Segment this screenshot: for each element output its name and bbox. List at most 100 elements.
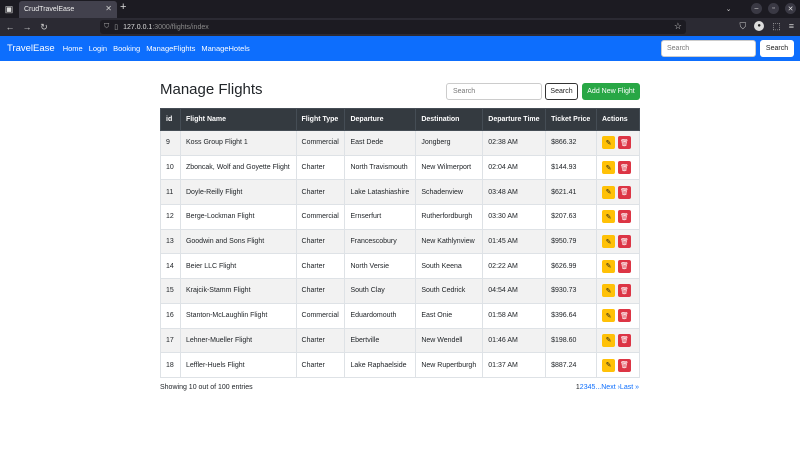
page-title: Manage Flights: [160, 81, 263, 98]
cell-actions: ✎ 🗑: [596, 154, 640, 181]
nav-link-manage-flights[interactable]: ManageFlights: [146, 44, 195, 53]
table-row: 12 Berge-Lockman Flight Commercial Ernserfu…: [160, 204, 640, 230]
pocket-icon[interactable]: ⛉: [739, 21, 746, 32]
nav-search-input[interactable]: Search: [661, 40, 756, 57]
delete-icon[interactable]: 🗑: [618, 210, 631, 224]
nav-link-manage-hotels[interactable]: ManageHotels: [201, 44, 249, 53]
browser-tab-bar: ▣ CrudTravelEase ✕ + ⌄ – ▫ ✕: [0, 0, 800, 18]
cell-destination: New Wendell: [415, 327, 484, 354]
edit-icon[interactable]: ✎: [602, 284, 615, 298]
nav-link-booking[interactable]: Booking: [113, 44, 140, 53]
nav-link-home[interactable]: Home: [63, 44, 83, 53]
column-header: Flight Name: [179, 108, 297, 131]
shield-icon: ⛉: [104, 23, 110, 30]
edit-icon[interactable]: ✎: [602, 259, 615, 273]
cell-destination: Schadenview: [415, 179, 484, 206]
new-tab-icon[interactable]: +: [120, 1, 126, 13]
maximize-icon[interactable]: ▫: [768, 3, 779, 14]
forward-icon[interactable]: →: [20, 22, 34, 32]
page-last[interactable]: Last »: [620, 384, 639, 391]
cell-flight-type: Commercial: [295, 302, 346, 329]
pagination: 1 2 3 4 5 ... Next › Last »: [576, 384, 639, 391]
page-next[interactable]: Next ›: [601, 384, 620, 391]
browser-tab[interactable]: CrudTravelEase ✕: [19, 1, 117, 18]
delete-icon[interactable]: 🗑: [618, 284, 631, 298]
cell-departure: Francescobury: [344, 228, 417, 255]
cell-id: 15: [160, 278, 181, 304]
cell-flight-type: Charter: [295, 253, 346, 280]
edit-icon[interactable]: ✎: [602, 210, 615, 224]
cell-departure-time: 01:37 AM: [482, 352, 547, 378]
cell-departure-time: 02:38 AM: [482, 130, 547, 156]
tab-close-icon[interactable]: ✕: [105, 4, 112, 13]
add-flight-button[interactable]: Add New Flight: [582, 83, 640, 100]
edit-icon[interactable]: ✎: [602, 333, 615, 347]
table-row: 10 Zboncak, Wolf and Goyette Flight Charte…: [160, 154, 640, 181]
cell-id: 12: [160, 204, 181, 230]
cell-flight-type: Charter: [295, 179, 346, 206]
cell-ticket-price: $930.73: [545, 278, 597, 304]
cell-id: 17: [160, 327, 181, 354]
cell-actions: ✎ 🗑: [596, 302, 640, 329]
url-host: 127.0.0.1: [123, 23, 153, 31]
cell-destination: South Cedrick: [415, 278, 484, 304]
url-bar[interactable]: ⛉ ▯ 127.0.0.1:3000/flights/index ☆: [100, 20, 686, 34]
brand-logo[interactable]: TravelEase: [7, 43, 55, 54]
back-icon[interactable]: ←: [3, 22, 17, 32]
url-path: :3000/flights/index: [152, 23, 209, 31]
browser-toolbar: ← → ↻ ⛉ ▯ 127.0.0.1:3000/flights/index ☆…: [0, 18, 800, 36]
table-row: 16 Stanton-McLaughlin Flight Commercial Edu…: [160, 302, 640, 329]
extensions-icon[interactable]: ⬚: [772, 21, 781, 32]
edit-icon[interactable]: ✎: [602, 235, 615, 249]
nav-link-login[interactable]: Login: [89, 44, 107, 53]
delete-icon[interactable]: 🗑: [618, 136, 631, 150]
chevron-down-icon[interactable]: ⌄: [723, 3, 734, 14]
menu-icon[interactable]: ≡: [789, 21, 794, 32]
table-row: 9 Koss Group Flight 1 Commercial East Dede J…: [160, 130, 640, 156]
bookmark-star-icon[interactable]: ☆: [674, 21, 682, 32]
edit-icon[interactable]: ✎: [602, 161, 615, 175]
column-header: Destination: [415, 108, 484, 131]
delete-icon[interactable]: 🗑: [618, 333, 631, 347]
cell-ticket-price: $198.60: [545, 327, 597, 354]
cell-flight-name: Beier LLC Flight: [179, 253, 297, 280]
cell-id: 18: [160, 352, 181, 378]
cell-departure-time: 01:45 AM: [482, 228, 547, 255]
cell-ticket-price: $950.79: [545, 228, 597, 255]
flight-search-button[interactable]: Search: [545, 83, 578, 100]
cell-departure-time: 01:58 AM: [482, 302, 547, 329]
table-row: 13 Goodwin and Sons Flight Charter Francesc…: [160, 228, 640, 255]
cell-flight-name: Goodwin and Sons Flight: [179, 228, 297, 255]
delete-icon[interactable]: 🗑: [618, 309, 631, 323]
delete-icon[interactable]: 🗑: [618, 235, 631, 249]
table-row: 14 Beier LLC Flight Charter North Versie Sou…: [160, 253, 640, 280]
edit-icon[interactable]: ✎: [602, 358, 615, 372]
cell-flight-type: Commercial: [295, 130, 346, 156]
flight-search-input[interactable]: Search: [446, 83, 542, 100]
cell-id: 10: [160, 154, 181, 181]
delete-icon[interactable]: 🗑: [618, 358, 631, 372]
reload-icon[interactable]: ↻: [37, 22, 51, 33]
delete-icon[interactable]: 🗑: [618, 161, 631, 175]
cell-destination: South Keena: [415, 253, 484, 280]
minimize-icon[interactable]: –: [751, 3, 762, 14]
cell-departure-time: 04:54 AM: [482, 278, 547, 304]
nav-search-button[interactable]: Search: [760, 40, 794, 57]
delete-icon[interactable]: 🗑: [618, 259, 631, 273]
window-menu-icon[interactable]: ▣: [0, 0, 18, 18]
cell-actions: ✎ 🗑: [596, 130, 640, 156]
cell-flight-type: Charter: [295, 352, 346, 378]
edit-icon[interactable]: ✎: [602, 185, 615, 199]
cell-flight-type: Commercial: [295, 204, 346, 230]
cell-flight-name: Lehner-Mueller Flight: [179, 327, 297, 354]
delete-icon[interactable]: 🗑: [618, 185, 631, 199]
cell-flight-name: Berge-Lockman Flight: [179, 204, 297, 230]
account-icon[interactable]: ●: [754, 21, 765, 31]
edit-icon[interactable]: ✎: [602, 309, 615, 323]
cell-departure-time: 03:30 AM: [482, 204, 547, 230]
edit-icon[interactable]: ✎: [602, 136, 615, 150]
close-window-icon[interactable]: ✕: [785, 3, 796, 14]
cell-destination: New Wilmerport: [415, 154, 484, 181]
table-row: 11 Doyle-Reilly Flight Charter Lake Latashi…: [160, 179, 640, 206]
cell-flight-type: Charter: [295, 327, 346, 354]
